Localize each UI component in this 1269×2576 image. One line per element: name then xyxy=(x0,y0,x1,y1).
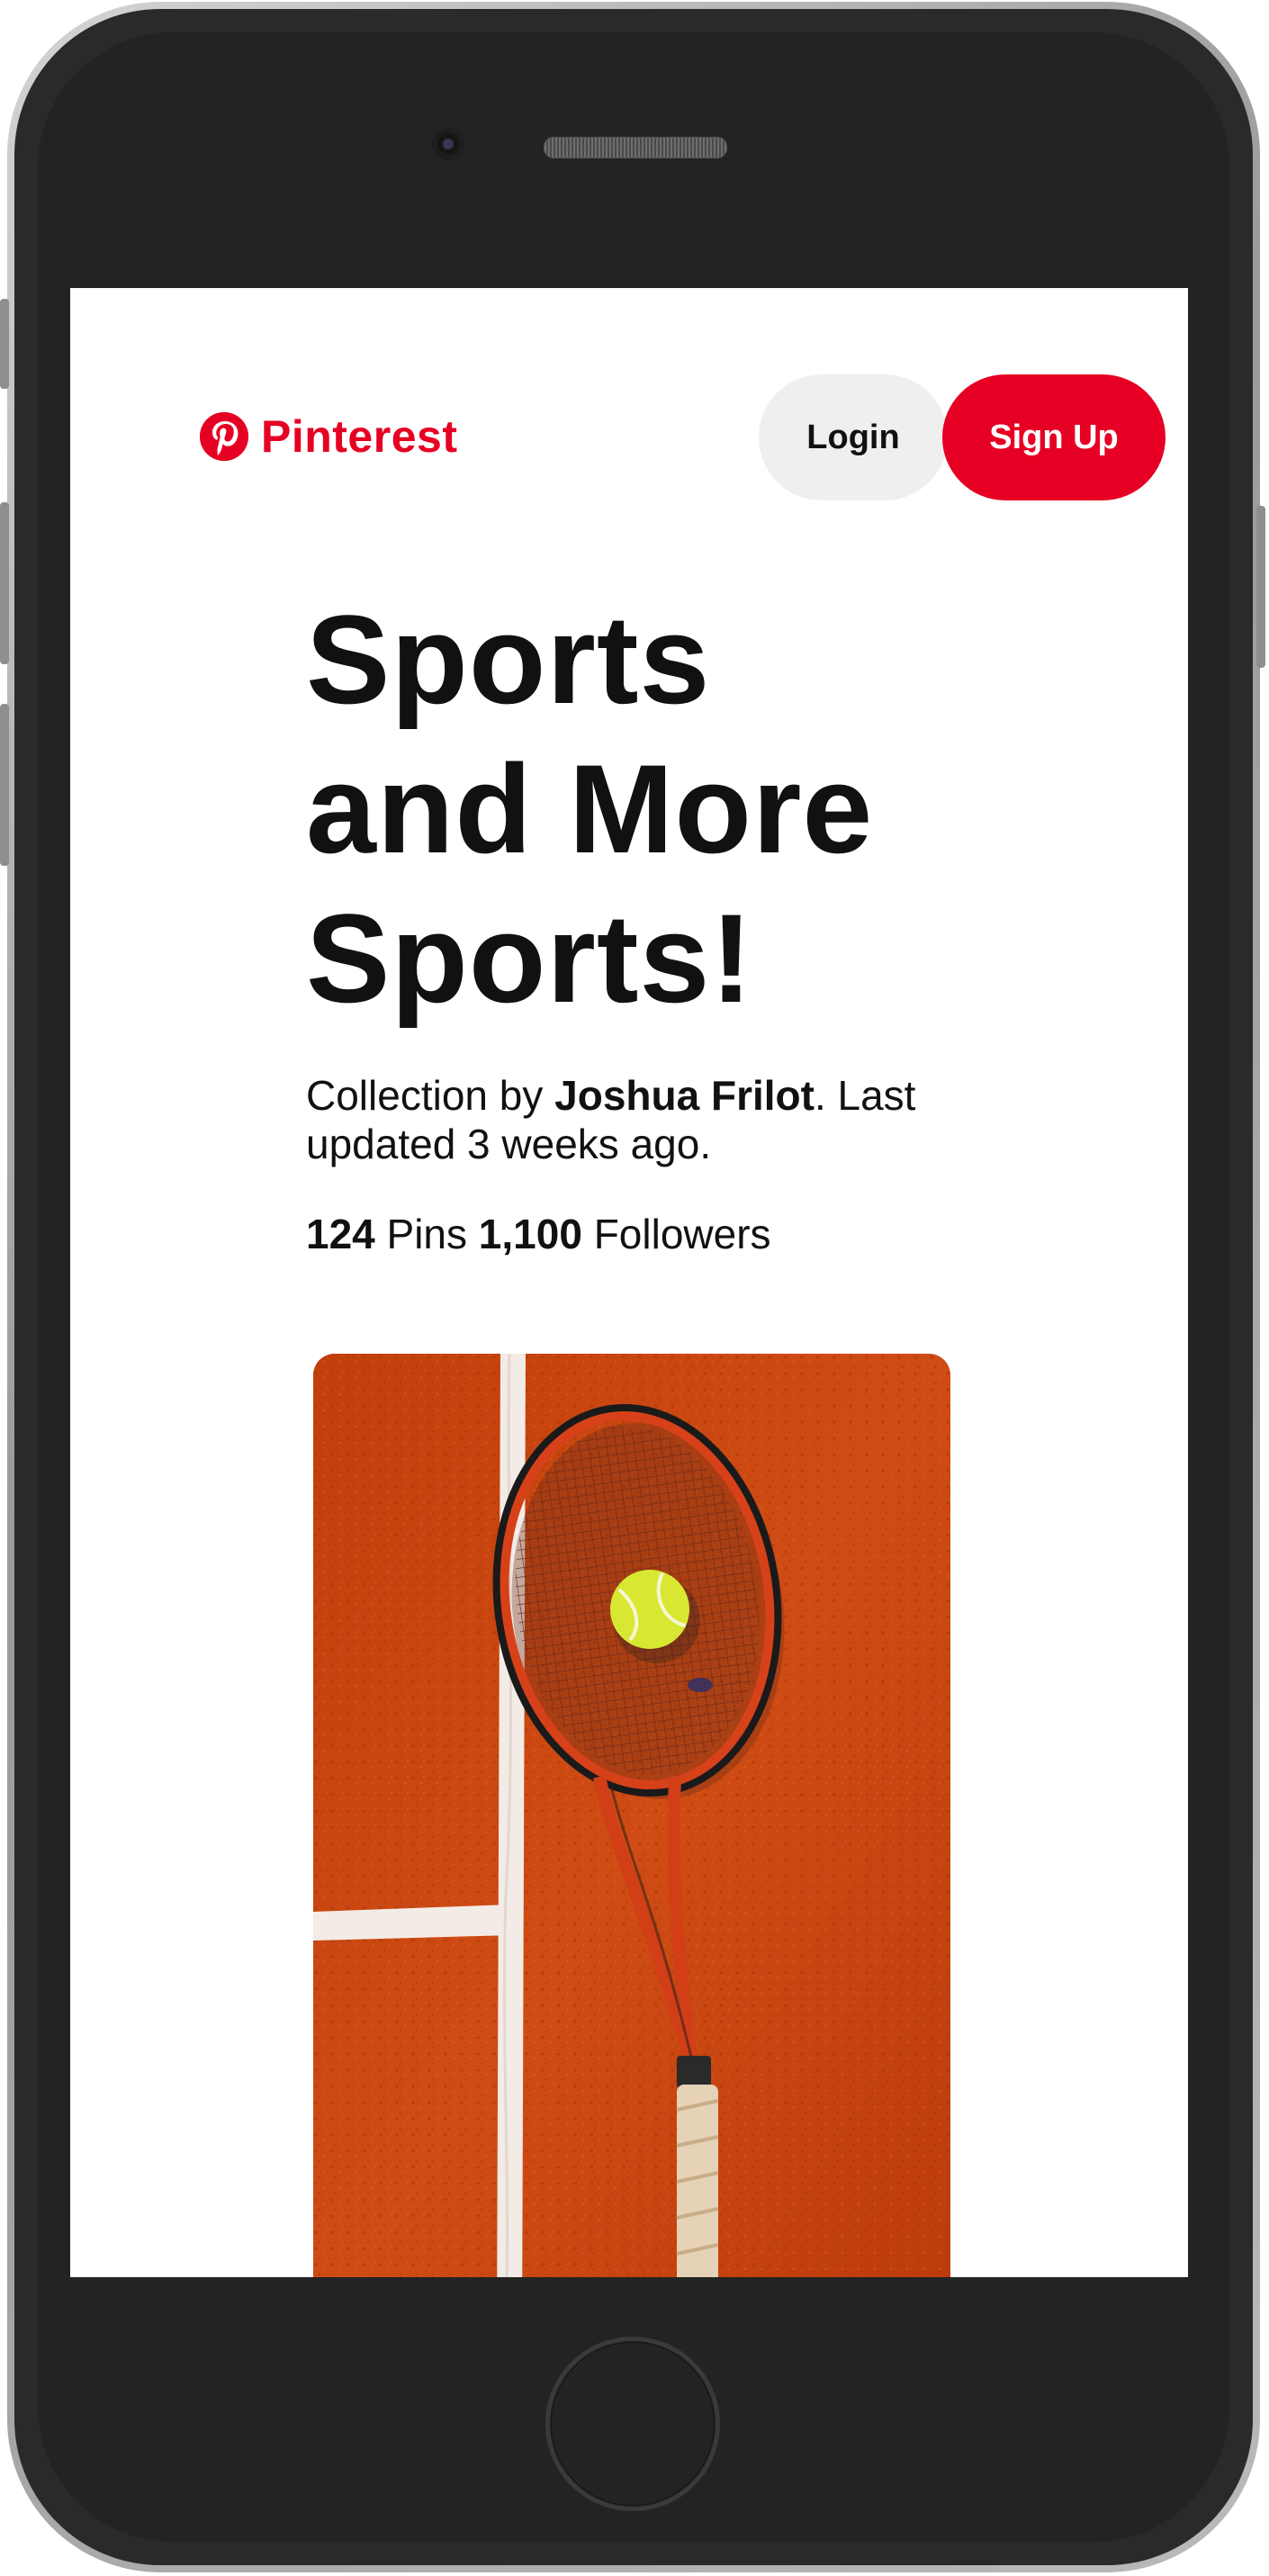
author-link[interactable]: Joshua Frilot xyxy=(554,1072,814,1119)
board-title-line: Sports xyxy=(306,589,711,730)
volume-down-button xyxy=(0,704,9,866)
signup-button[interactable]: Sign Up xyxy=(942,374,1166,500)
board-stats: 124 Pins 1,100 Followers xyxy=(306,1210,771,1258)
pins-count: 124 xyxy=(306,1211,375,1257)
brand-name: Pinterest xyxy=(261,411,458,462)
top-bar: Pinterest Login Sign Up xyxy=(70,288,1188,500)
mute-switch xyxy=(0,299,9,389)
followers-count: 1,100 xyxy=(478,1211,582,1257)
board-title-line: Sports! xyxy=(306,887,753,1029)
pinterest-logo[interactable]: Pinterest xyxy=(200,410,457,463)
home-button[interactable] xyxy=(545,2337,720,2511)
board-title: Sports and More Sports! xyxy=(306,585,1026,1033)
byline-prefix: Collection by xyxy=(306,1072,555,1119)
tennis-court-image xyxy=(313,1354,950,2277)
power-button xyxy=(1256,506,1265,668)
login-button[interactable]: Login xyxy=(759,374,948,500)
collection-byline: Collection by Joshua Frilot. Last update… xyxy=(306,1071,990,1168)
pin-image-tennis[interactable] xyxy=(313,1354,950,2277)
volume-up-button xyxy=(0,502,9,664)
board-title-line: and More xyxy=(306,738,874,879)
earpiece-speaker xyxy=(544,137,727,158)
pinterest-logo-icon xyxy=(200,412,248,461)
screen: Pinterest Login Sign Up Sports and More … xyxy=(70,288,1188,2277)
front-camera xyxy=(432,128,464,160)
pins-label: Pins xyxy=(374,1211,479,1257)
followers-label: Followers xyxy=(581,1211,771,1257)
